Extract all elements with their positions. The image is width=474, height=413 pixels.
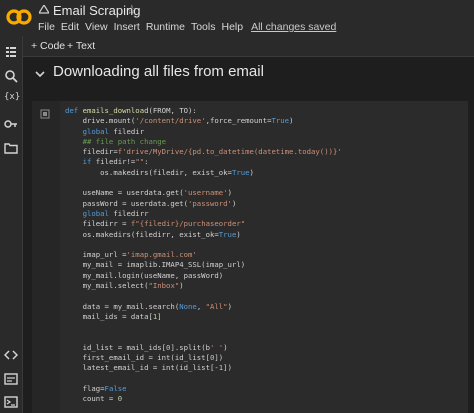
code-line[interactable] [65, 322, 465, 332]
code-cell[interactable]: def emails_download(FROM, TO): drive.mou… [32, 101, 468, 413]
menu-bar: File Edit View Insert Runtime Tools Help… [38, 21, 342, 33]
code-line[interactable]: latest_email_id = int(id_list[-1]) [65, 363, 465, 373]
code-line[interactable]: useName = userdata.get('username') [65, 188, 465, 198]
code-line[interactable]: global filedirr [65, 209, 465, 219]
code-line[interactable]: passWord = userdata.get('password') [65, 199, 465, 209]
code-line[interactable]: filedir=f'drive/MyDrive/{pd.to_datetime(… [65, 147, 465, 157]
code-editor[interactable]: def emails_download(FROM, TO): drive.mou… [65, 106, 465, 405]
code-line[interactable] [65, 240, 465, 250]
code-line[interactable]: ## file path change [65, 137, 465, 147]
notebook-area: Downloading all files from email def ema… [23, 57, 474, 413]
menu-tools[interactable]: Tools [191, 21, 216, 33]
add-code-button[interactable]: + Code [31, 40, 65, 52]
menu-runtime[interactable]: Runtime [146, 21, 185, 33]
menu-edit[interactable]: Edit [61, 21, 79, 33]
code-line[interactable]: os.makedirs(filedirr, exist_ok=True) [65, 230, 465, 240]
code-line[interactable] [65, 374, 465, 384]
folder-icon[interactable] [4, 141, 18, 155]
menu-icon[interactable] [4, 45, 18, 59]
top-bar: Email Scraping ☆ File Edit View Insert R… [0, 0, 474, 36]
code-line[interactable]: mail_ids = data[1] [65, 312, 465, 322]
code-icon[interactable] [4, 348, 18, 362]
cell-gutter [32, 101, 60, 413]
code-line[interactable]: my_mail.login(useName, passWord) [65, 271, 465, 281]
code-line[interactable]: my_mail.select("Inbox") [65, 281, 465, 291]
code-line[interactable]: os.makedirs(filedir, exist_ok=True) [65, 168, 465, 178]
colab-logo[interactable] [6, 8, 32, 26]
run-cell-icon[interactable] [40, 109, 50, 119]
code-line[interactable]: def emails_download(FROM, TO): [65, 106, 465, 116]
key-icon[interactable] [4, 117, 18, 131]
chevron-down-icon[interactable] [35, 69, 45, 79]
search-icon[interactable] [4, 69, 18, 83]
drive-icon[interactable] [39, 5, 49, 15]
code-line[interactable] [65, 291, 465, 301]
code-line[interactable] [65, 333, 465, 343]
saved-status[interactable]: All changes saved [251, 21, 336, 33]
toolbar: + Code + Text [0, 36, 474, 57]
terminal-window-icon[interactable] [4, 395, 18, 409]
code-line[interactable] [65, 178, 465, 188]
code-line[interactable]: if filedir!="": [65, 157, 465, 167]
code-line[interactable]: filedirr = f"{filedir}/purchaseorder" [65, 219, 465, 229]
code-line[interactable]: first_email_id = int(id_list[0]) [65, 353, 465, 363]
code-line[interactable]: count = 0 [65, 394, 465, 404]
section-title: Downloading all files from email [53, 63, 264, 80]
terminal-icon[interactable] [4, 372, 18, 386]
menu-help[interactable]: Help [221, 21, 243, 33]
menu-view[interactable]: View [85, 21, 108, 33]
sidebar: {x} [0, 36, 23, 413]
variables-icon[interactable]: {x} [4, 92, 20, 106]
star-icon[interactable]: ☆ [126, 2, 138, 18]
code-line[interactable]: imap_url ='imap.gmail.com' [65, 250, 465, 260]
code-line[interactable]: global filedir [65, 127, 465, 137]
code-line[interactable]: my_mail = imaplib.IMAP4_SSL(imap_url) [65, 260, 465, 270]
code-line[interactable]: drive.mount('/content/drive',force_remou… [65, 116, 465, 126]
code-line[interactable]: data = my_mail.search(None, "All") [65, 302, 465, 312]
add-text-button[interactable]: + Text [67, 40, 95, 52]
code-line[interactable]: id_list = mail_ids[0].split(b' ') [65, 343, 465, 353]
menu-insert[interactable]: Insert [114, 21, 140, 33]
menu-file[interactable]: File [38, 21, 55, 33]
code-line[interactable]: flag=False [65, 384, 465, 394]
